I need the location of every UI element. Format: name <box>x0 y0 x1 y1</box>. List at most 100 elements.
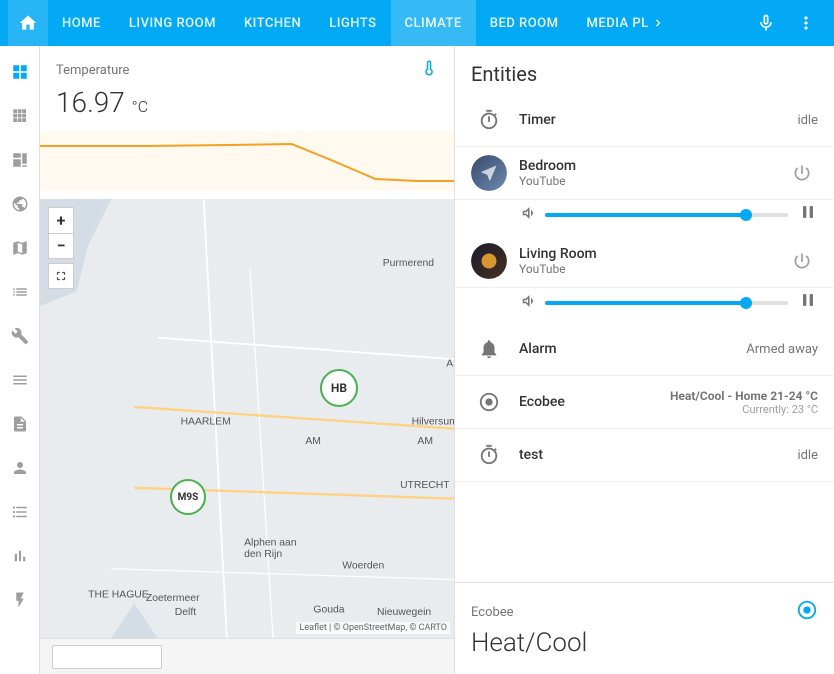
entities-title: Entities <box>455 46 834 94</box>
thermometer-icon <box>420 58 438 82</box>
bedroom-avatar <box>471 155 507 191</box>
sidebar-lightning-icon[interactable] <box>2 582 38 618</box>
living-room-pause-button[interactable] <box>798 290 818 315</box>
svg-text:Nieuwegein: Nieuwegein <box>377 607 431 618</box>
svg-text:Alme: Alme <box>446 359 454 370</box>
nav-home[interactable]: HOME <box>48 0 115 46</box>
more-menu-button[interactable] <box>786 0 826 46</box>
bedroom-power-button[interactable] <box>786 157 818 189</box>
entity-living-room-name: Living Room <box>519 246 782 262</box>
living-room-avatar <box>471 243 507 279</box>
nav-media[interactable]: MEDIA PL <box>573 0 679 46</box>
bottom-input[interactable] <box>52 645 162 669</box>
svg-text:Woerden: Woerden <box>342 561 384 572</box>
entity-timer-status: idle <box>797 113 818 128</box>
top-nav: HOME LIVING ROOM KITCHEN LIGHTS CLIMATE … <box>0 0 834 46</box>
entity-alarm-info: Alarm <box>519 341 738 357</box>
entities-section: Entities Timer idle Bedroo <box>455 46 834 582</box>
bottom-bar <box>40 638 454 674</box>
sidebar-globe-icon[interactable] <box>2 186 38 222</box>
entity-bedroom-sub: YouTube <box>519 174 782 188</box>
nav-bedroom[interactable]: BED ROOM <box>476 0 573 46</box>
entity-alarm-status: Armed away <box>746 342 818 357</box>
sidebar-dashboard-icon[interactable] <box>2 142 38 178</box>
zoom-out-button[interactable]: − <box>48 233 74 259</box>
bedroom-volume-row <box>455 200 834 235</box>
living-room-volume-slider[interactable] <box>545 301 788 305</box>
sidebar-map-icon[interactable] <box>2 230 38 266</box>
left-sidebar <box>0 46 40 674</box>
entity-timer-info: Timer <box>519 112 789 128</box>
svg-text:AM: AM <box>305 436 321 447</box>
fullscreen-button[interactable] <box>48 263 74 289</box>
svg-text:den Rijn: den Rijn <box>244 549 282 560</box>
entity-timer: Timer idle <box>455 94 834 147</box>
sidebar-menu2-icon[interactable] <box>2 362 38 398</box>
map-container[interactable]: HAARLEM Purmerend THE HAGUE UTRECHT Hilv… <box>40 199 454 638</box>
living-room-volume-row <box>455 288 834 323</box>
entity-alarm-name: Alarm <box>519 341 738 357</box>
zoom-in-button[interactable]: + <box>48 207 74 233</box>
svg-text:Purmerend: Purmerend <box>383 258 435 269</box>
map-attribution: Leaflet | © OpenStreetMap, © CARTO <box>296 622 450 634</box>
microphone-button[interactable] <box>746 0 786 46</box>
sidebar-list-icon[interactable] <box>2 274 38 310</box>
ecobee-card: Ecobee Heat/Cool <box>455 582 834 674</box>
nav-living-room[interactable]: LIVING ROOM <box>115 0 230 46</box>
sidebar-listdots-icon[interactable] <box>2 494 38 530</box>
bedroom-pause-button[interactable] <box>798 202 818 227</box>
entity-living-room-info: Living Room YouTube <box>519 246 782 276</box>
svg-text:AM: AM <box>417 436 433 447</box>
entity-test: test idle <box>455 429 834 482</box>
main-layout: Temperature 16.97 °C <box>0 46 834 674</box>
entity-bedroom: Bedroom YouTube <box>455 147 834 200</box>
sidebar-grid-icon[interactable] <box>2 54 38 90</box>
ecobee-card-icon[interactable] <box>796 599 818 626</box>
bedroom-volume-slider[interactable] <box>545 213 788 217</box>
entity-test-info: test <box>519 447 789 463</box>
nav-lights[interactable]: LIGHTS <box>315 0 390 46</box>
content-area: Temperature 16.97 °C <box>40 46 454 674</box>
ecobee-card-label: Ecobee <box>471 599 818 626</box>
marker-hb[interactable]: HB <box>320 369 358 407</box>
sidebar-chart-icon[interactable] <box>2 538 38 574</box>
temperature-label: Temperature <box>56 63 129 78</box>
entity-ecobee-status: Heat/Cool - Home 21-24 °C Currently: 23 … <box>670 389 818 416</box>
right-panel: Entities Timer idle Bedroo <box>454 46 834 674</box>
svg-text:Hilversum: Hilversum <box>412 416 454 427</box>
nav-climate[interactable]: CLIMATE <box>391 0 476 46</box>
svg-text:UTRECHT: UTRECHT <box>400 480 450 491</box>
home-button[interactable] <box>8 0 48 46</box>
map-controls: + − <box>48 207 74 289</box>
living-room-power-button[interactable] <box>786 245 818 277</box>
svg-text:Delft: Delft <box>175 607 196 618</box>
temperature-value: 16.97 °C <box>56 86 438 119</box>
nav-kitchen[interactable]: KITCHEN <box>230 0 315 46</box>
entity-living-room-sub: YouTube <box>519 262 782 276</box>
test-timer-icon <box>471 437 507 473</box>
svg-text:Alphen aan: Alphen aan <box>244 538 297 549</box>
living-room-volume-icon <box>519 292 537 314</box>
svg-text:Zoetermeer: Zoetermeer <box>146 593 200 604</box>
entity-alarm: Alarm Armed away <box>455 323 834 376</box>
sidebar-tools-icon[interactable] <box>2 318 38 354</box>
ecobee-card-mode: Heat/Cool <box>471 628 818 658</box>
svg-text:THE HAGUE: THE HAGUE <box>88 590 149 601</box>
entity-bedroom-name: Bedroom <box>519 158 782 174</box>
marker-m9s[interactable]: M9S <box>170 479 206 515</box>
entity-test-name: test <box>519 447 789 463</box>
bedroom-volume-icon <box>519 204 537 226</box>
sidebar-person-icon[interactable] <box>2 450 38 486</box>
entity-timer-name: Timer <box>519 112 789 128</box>
ecobee-icon <box>471 384 507 420</box>
timer-icon <box>471 102 507 138</box>
entity-living-room: Living Room YouTube <box>455 235 834 288</box>
entity-test-status: idle <box>797 448 818 463</box>
entity-bedroom-info: Bedroom YouTube <box>519 158 782 188</box>
sidebar-grid2-icon[interactable] <box>2 98 38 134</box>
svg-text:HAARLEM: HAARLEM <box>181 416 231 427</box>
temperature-section: Temperature 16.97 °C <box>40 46 454 127</box>
svg-text:Gouda: Gouda <box>313 605 344 616</box>
sidebar-file-icon[interactable] <box>2 406 38 442</box>
entity-ecobee: Ecobee Heat/Cool - Home 21-24 °C Current… <box>455 376 834 429</box>
